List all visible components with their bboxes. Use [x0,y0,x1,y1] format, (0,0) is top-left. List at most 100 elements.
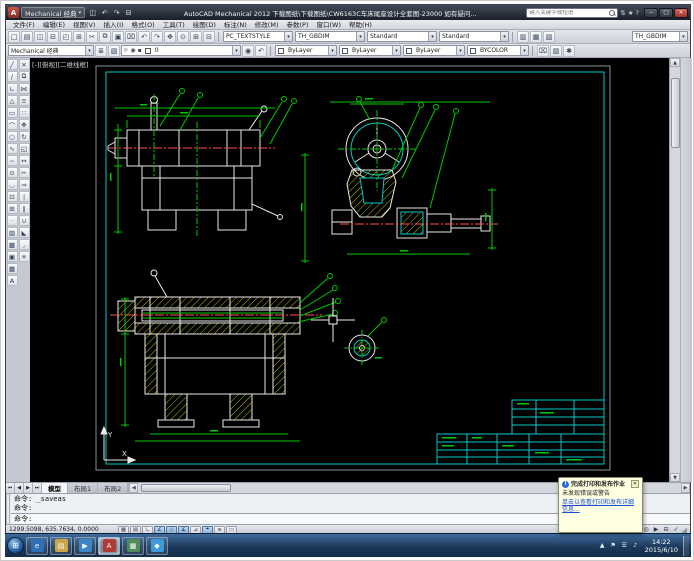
layout-tab[interactable]: 模型 [42,483,68,493]
tray-volume-icon[interactable]: ♪ [631,542,640,549]
make-object-layer-current-icon[interactable]: ◉ [242,45,254,57]
chevron-down-icon[interactable]: ▾ [85,46,93,55]
scroll-down-icon[interactable]: ▼ [670,473,680,482]
taskbar-viewer-icon[interactable]: ▦ [122,537,144,555]
rectangle-tool[interactable]: ▭ [7,107,18,118]
menu-item[interactable]: 帮助(H) [345,20,376,30]
break-point-tool[interactable]: ∣ [19,191,30,202]
chevron-down-icon[interactable]: ▾ [284,32,292,41]
taskbar-media-icon[interactable]: ▶ [74,537,96,555]
layout-tab[interactable]: 布局2 [98,483,128,493]
coordinate-readout[interactable]: 1299.5098, 635.7634, 0.0000 [9,526,117,533]
open-icon[interactable]: ▤ [21,31,33,43]
explode-tool[interactable]: ✳ [19,251,30,262]
trim-tool[interactable]: ✂ [19,167,30,178]
current-dimstyle-dropdown[interactable]: TH_GBDIM ▾ [632,31,688,42]
scroll-right-icon[interactable]: ▶ [681,483,690,493]
scroll-left-icon[interactable]: ◀ [129,483,138,493]
notification-details-link[interactable]: 单击以查看打印和发布详细信息... [562,499,639,513]
notification-close-button[interactable]: ✕ [631,480,639,488]
chevron-down-icon[interactable]: ▾ [679,32,687,41]
horizontal-scroll-thumb[interactable] [141,484,231,492]
qat-save-icon[interactable]: ◫ [87,7,98,18]
infocenter-exchange-icon[interactable]: ⇅ [620,9,625,17]
plot-preview-icon[interactable]: ◰ [60,31,72,43]
extend-tool[interactable]: ⇒ [19,179,30,190]
viewport-controls[interactable]: [-][俯视][二维线框] [32,59,89,69]
chevron-down-icon[interactable]: ▾ [456,46,464,55]
tab-nav-arrow[interactable]: ◀ [15,483,24,493]
autocad-logo-icon[interactable]: A [8,7,19,18]
break-tool[interactable]: ∥ [19,203,30,214]
construction-line-tool[interactable]: ∕ [7,71,18,82]
layer-isolate-icon[interactable]: ✱ [563,45,575,57]
plot-icon[interactable]: ⊟ [47,31,59,43]
linetype-dropdown[interactable]: ByLayer ▾ [339,45,401,56]
zoom-window-icon[interactable]: ⊞ [190,31,202,43]
mleader-style-dropdown[interactable]: Standard ▾ [439,31,509,42]
cut-icon[interactable]: ✂ [86,31,98,43]
close-button[interactable]: ✕ [674,8,688,18]
redo-icon[interactable]: ↷ [151,31,163,43]
taskbar-explorer-icon[interactable]: ▤ [50,537,72,555]
mtext-tool[interactable]: A [7,275,18,286]
erase-tool[interactable]: ✕ [19,59,30,70]
trusted-dwg-icon[interactable]: ✓ [672,526,681,533]
layout-tab[interactable]: 布局1 [68,483,98,493]
menu-item[interactable]: 标注(N) [220,20,251,30]
chevron-down-icon[interactable]: ▾ [392,46,400,55]
show-desktop-button[interactable] [683,536,689,556]
layer-previous-icon[interactable]: ↶ [255,45,267,57]
tray-flag-icon[interactable]: ⚑ [609,542,618,549]
vertical-scrollbar[interactable]: ▲ ▼ [669,58,680,482]
region-tool[interactable]: ▣ [7,251,18,262]
taskbar-messenger-icon[interactable]: ◆ [146,537,168,555]
point-tool[interactable]: · [7,215,18,226]
maximize-button[interactable]: □ [659,8,673,18]
menu-item[interactable]: 文件(F) [9,20,39,30]
join-tool[interactable]: ∪ [19,215,30,226]
tab-nav-arrow[interactable]: ⏮ [6,483,15,493]
move-tool[interactable]: ✥ [19,119,30,130]
tab-nav-arrow[interactable]: ⏭ [33,483,42,493]
menu-item[interactable]: 格式(O) [128,20,159,30]
zoom-realtime-icon[interactable]: ⊙ [177,31,189,43]
zoom-previous-icon[interactable]: ⊟ [203,31,215,43]
plot-notify-icon[interactable]: ⊟ [662,526,671,533]
dim-style-dropdown[interactable]: TH_GBDIM ▾ [295,31,365,42]
taskbar-ie-icon[interactable]: e [26,537,48,555]
menu-item[interactable]: 工具(T) [159,20,189,30]
fillet-tool[interactable]: ◞ [19,239,30,250]
scroll-up-icon[interactable]: ▲ [670,58,680,67]
menu-item[interactable]: 插入(I) [100,20,128,30]
minimize-button[interactable]: ─ [644,8,658,18]
copy-tool[interactable]: ⧉ [19,71,30,82]
line-tool[interactable]: ╱ [7,59,18,70]
infocenter-favorites-icon[interactable]: ★ [628,9,634,17]
gradient-tool[interactable]: ▩ [7,239,18,250]
polygon-tool[interactable]: △ [7,95,18,106]
designcenter-icon[interactable]: ▦ [530,31,542,43]
menu-item[interactable]: 视图(V) [69,20,100,30]
plotstyle-dropdown[interactable]: BYCOLOR ▾ [467,45,529,56]
start-button[interactable]: ⊞ [7,537,24,554]
menu-item[interactable]: 编辑(E) [39,20,69,30]
polyline-tool[interactable]: ∟ [7,83,18,94]
hatch-tool[interactable]: ▨ [7,227,18,238]
chevron-down-icon[interactable]: ▾ [520,46,528,55]
qat-redo-icon[interactable]: ↷ [111,7,122,18]
menu-item[interactable]: 窗口(W) [312,20,345,30]
text-style-dropdown[interactable]: PC_TEXTSTYLE ▾ [223,31,293,42]
menu-item[interactable]: 参数(P) [282,20,312,30]
publish-icon[interactable]: ⊞ [73,31,85,43]
table-style-dropdown[interactable]: Standard ▾ [367,31,437,42]
search-icon[interactable] [609,10,615,16]
lineweight-dropdown[interactable]: ByLayer ▾ [403,45,465,56]
tray-network-icon[interactable]: ☰ [620,542,629,549]
layer-states-icon[interactable]: ▧ [108,45,120,57]
array-tool[interactable]: ∷ [19,107,30,118]
toolpalettes-icon[interactable]: ▧ [543,31,555,43]
infocenter-help-icon[interactable]: ? [636,9,639,17]
offset-tool[interactable]: ≡ [19,95,30,106]
circle-tool[interactable]: ○ [7,131,18,142]
